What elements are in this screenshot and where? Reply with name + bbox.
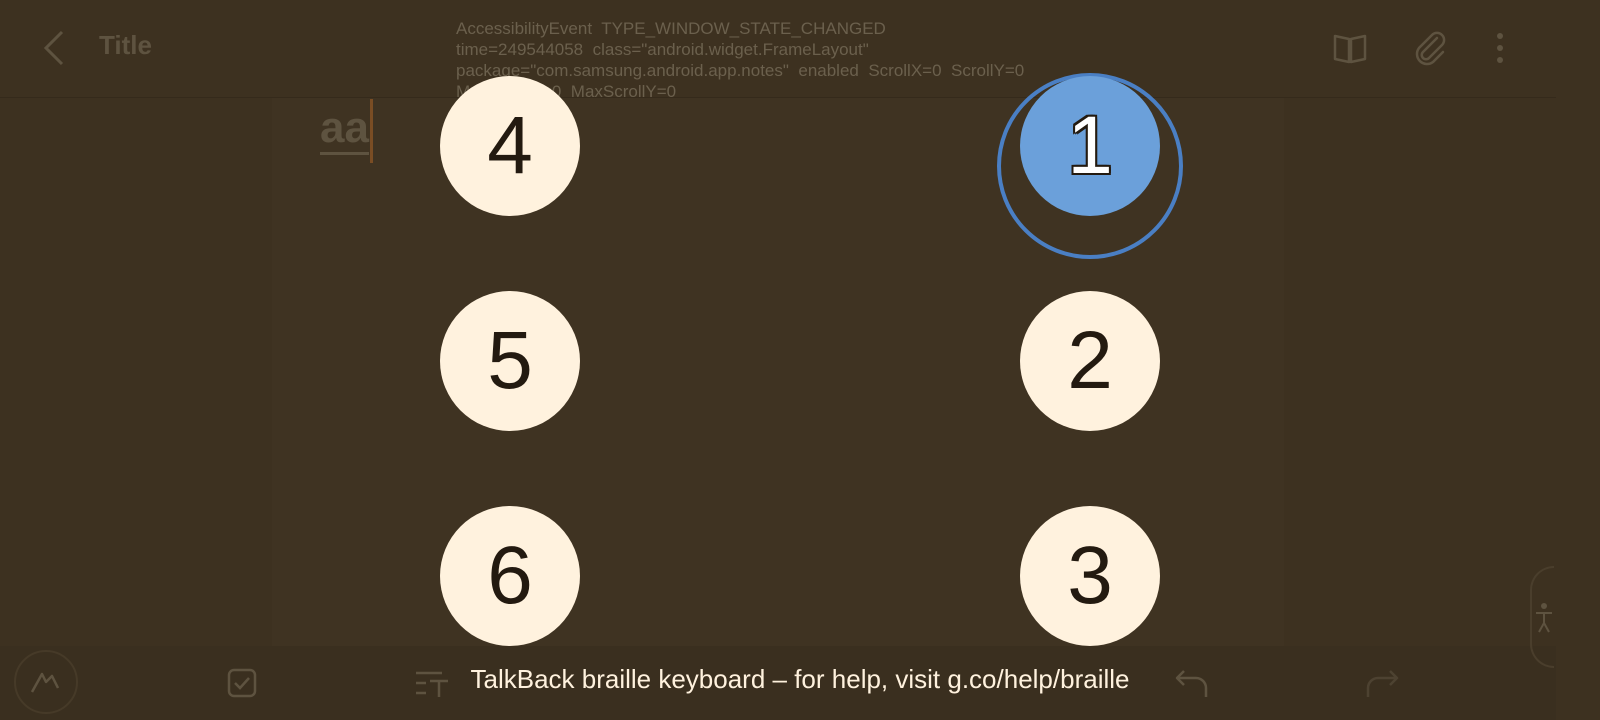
accessibility-handle[interactable] bbox=[1530, 566, 1554, 668]
back-button[interactable] bbox=[38, 28, 72, 68]
text-caret bbox=[370, 99, 373, 163]
debug-line: AccessibilityEvent TYPE_WINDOW_STATE_CHA… bbox=[456, 19, 886, 38]
debug-line: time=249544058 class="android.widget.Fra… bbox=[456, 40, 869, 59]
braille-dot-6[interactable]: 6 bbox=[440, 506, 580, 646]
screen: Title aa AccessibilityEvent TYPE_WINDOW_… bbox=[0, 0, 1600, 720]
book-icon bbox=[1333, 34, 1367, 64]
braille-dot-5[interactable]: 5 bbox=[440, 291, 580, 431]
braille-keyboard-banner: TalkBack braille keyboard – for help, vi… bbox=[470, 664, 1130, 694]
braille-dot-4[interactable]: 4 bbox=[440, 76, 580, 216]
accessibility-icon bbox=[1536, 603, 1552, 633]
paperclip-icon bbox=[1415, 31, 1446, 66]
debug-line: package="com.samsung.android.app.notes" … bbox=[456, 61, 1025, 80]
more-options-button[interactable] bbox=[1480, 28, 1520, 68]
chevron-left-icon bbox=[43, 30, 64, 66]
more-vertical-icon bbox=[1497, 33, 1503, 63]
braille-dot-2[interactable]: 2 bbox=[1020, 291, 1160, 431]
reading-mode-button[interactable] bbox=[1330, 28, 1370, 68]
braille-dot-3[interactable]: 3 bbox=[1020, 506, 1160, 646]
note-title[interactable]: Title bbox=[99, 30, 152, 61]
note-body-text: aa bbox=[320, 104, 369, 155]
braille-dot-1[interactable]: 1 bbox=[1020, 76, 1160, 216]
attach-button[interactable] bbox=[1410, 28, 1450, 68]
